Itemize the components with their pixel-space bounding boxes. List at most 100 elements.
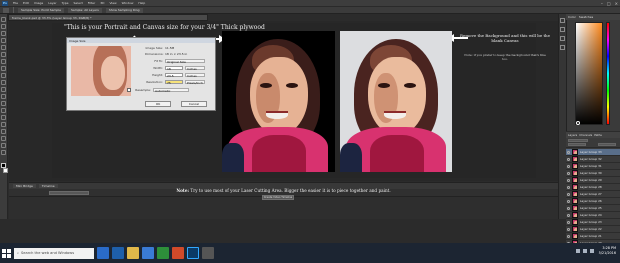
tab-layers[interactable]: Layers — [568, 133, 577, 137]
hue-slider[interactable] — [606, 22, 610, 125]
menu-layer[interactable]: Layer — [48, 1, 56, 5]
zoom-tool-icon[interactable] — [1, 150, 6, 155]
character-icon[interactable] — [560, 36, 565, 41]
shape-tool-icon[interactable] — [1, 136, 6, 141]
excel-icon[interactable] — [157, 247, 169, 259]
width-unit-select[interactable]: Inches — [185, 66, 205, 71]
path-selection-tool-icon[interactable] — [1, 129, 6, 134]
height-unit-select[interactable]: Inches — [185, 73, 205, 78]
layer-row[interactable]: Layer Group 25 — [566, 205, 620, 212]
layer-row[interactable]: Layer Group 23 — [566, 219, 620, 226]
layer-row[interactable]: Layer Group 28 — [566, 184, 620, 191]
network-icon[interactable] — [576, 249, 580, 253]
cancel-button[interactable]: Cancel — [181, 101, 207, 107]
menu-view[interactable]: View — [109, 1, 116, 5]
visibility-eye-icon[interactable] — [567, 213, 570, 217]
opacity-field[interactable] — [598, 143, 616, 146]
volume-icon[interactable] — [583, 249, 587, 253]
layer-row[interactable]: Layer Group 33 — [566, 149, 620, 156]
paragraph-icon[interactable] — [560, 45, 565, 50]
minimize-button[interactable]: – — [601, 1, 603, 6]
blend-mode-select[interactable] — [568, 143, 586, 146]
layer-row[interactable]: Layer Group 31 — [566, 163, 620, 170]
menu-type[interactable]: Type — [62, 1, 69, 5]
resolution-unit-select[interactable]: Pixels/Inch — [185, 80, 205, 85]
layer-row[interactable]: Layer Group 22 — [566, 226, 620, 233]
layer-row[interactable]: Layer Group 29 — [566, 177, 620, 184]
blur-tool-icon[interactable] — [1, 101, 6, 106]
ok-button[interactable]: OK — [145, 101, 171, 107]
visibility-eye-icon[interactable] — [567, 220, 570, 224]
visibility-eye-icon[interactable] — [567, 178, 570, 182]
app-taskbar-icon[interactable] — [202, 247, 214, 259]
sample-layers-dropdown[interactable]: Sample: All Layers — [67, 7, 102, 13]
visibility-eye-icon[interactable] — [567, 157, 570, 161]
hand-tool-icon[interactable] — [1, 143, 6, 148]
visibility-eye-icon[interactable] — [567, 199, 570, 203]
layer-row[interactable]: Layer Group 27 — [566, 191, 620, 198]
maximize-button[interactable]: □ — [607, 1, 611, 6]
brush-tool-icon[interactable] — [1, 66, 6, 71]
color-picker-handle[interactable] — [576, 121, 580, 125]
visibility-eye-icon[interactable] — [567, 206, 570, 210]
close-button[interactable]: × — [615, 1, 618, 6]
windows-start-icon[interactable] — [2, 248, 11, 258]
visibility-eye-icon[interactable] — [567, 171, 570, 175]
menu-file[interactable]: File — [13, 1, 18, 5]
clone-stamp-tool-icon[interactable] — [1, 73, 6, 78]
layer-row[interactable]: Layer Group 21 — [566, 233, 620, 240]
photoshop-taskbar-icon[interactable] — [187, 247, 199, 259]
visibility-eye-icon[interactable] — [567, 234, 570, 238]
eraser-tool-icon[interactable] — [1, 87, 6, 92]
properties-icon[interactable] — [560, 27, 565, 32]
marquee-tool-icon[interactable] — [1, 24, 6, 29]
lasso-tool-icon[interactable] — [1, 31, 6, 36]
menu-select[interactable]: Select — [74, 1, 83, 5]
task-view-icon[interactable] — [97, 247, 109, 259]
powerpoint-icon[interactable] — [172, 247, 184, 259]
history-icon[interactable] — [560, 18, 565, 23]
menu-image[interactable]: Image — [34, 1, 43, 5]
tab-channels[interactable]: Channels — [579, 133, 592, 137]
fit-to-select[interactable]: Original Size — [165, 59, 205, 64]
width-field[interactable]: 18 — [165, 66, 183, 71]
menu-3d[interactable]: 3D — [100, 1, 104, 5]
layer-row[interactable]: Layer Group 26 — [566, 198, 620, 205]
visibility-eye-icon[interactable] — [567, 164, 570, 168]
sample-size-dropdown[interactable]: Sample Size: Point Sample — [18, 7, 64, 13]
healing-brush-tool-icon[interactable] — [1, 59, 6, 64]
layer-row[interactable]: Layer Group 30 — [566, 170, 620, 177]
eyedropper-icon[interactable] — [3, 7, 9, 13]
resolution-field[interactable]: 75 — [165, 80, 183, 85]
tab-swatches[interactable]: Swatches — [579, 15, 593, 19]
menu-filter[interactable]: Filter — [88, 1, 95, 5]
height-field[interactable]: 23.5 — [165, 73, 183, 78]
tab-color[interactable]: Color — [568, 15, 576, 19]
tab-paths[interactable]: Paths — [594, 133, 602, 137]
notification-icon[interactable] — [590, 249, 594, 253]
visibility-eye-icon[interactable] — [567, 192, 570, 196]
store-icon[interactable] — [142, 247, 154, 259]
color-picker-field[interactable] — [575, 22, 603, 125]
menu-edit[interactable]: Edit — [23, 1, 29, 5]
history-brush-tool-icon[interactable] — [1, 80, 6, 85]
visibility-eye-icon[interactable] — [567, 227, 570, 231]
move-tool-icon[interactable] — [1, 17, 6, 22]
type-tool-icon[interactable] — [1, 122, 6, 127]
layer-row[interactable]: Layer Group 24 — [566, 212, 620, 219]
layer-row[interactable]: Layer Group 32 — [566, 156, 620, 163]
sampling-ring-checkbox[interactable]: Show Sampling Ring — [105, 7, 143, 13]
gradient-tool-icon[interactable] — [1, 94, 6, 99]
edge-browser-icon[interactable] — [112, 247, 124, 259]
menu-help[interactable]: Help — [138, 1, 145, 5]
visibility-eye-icon[interactable] — [567, 150, 570, 154]
document-tab[interactable]: frame_blank.psd @ 33.3% (Layer Group 33,… — [8, 14, 208, 21]
background-color-swatch[interactable] — [2, 168, 8, 173]
resample-select[interactable]: Automatic — [153, 88, 189, 93]
file-explorer-icon[interactable] — [127, 247, 139, 259]
eyedropper-tool-icon[interactable] — [1, 52, 6, 57]
menu-window[interactable]: Window — [122, 1, 134, 5]
dodge-tool-icon[interactable] — [1, 108, 6, 113]
layer-filter-select[interactable] — [568, 139, 588, 142]
visibility-eye-icon[interactable] — [567, 185, 570, 189]
